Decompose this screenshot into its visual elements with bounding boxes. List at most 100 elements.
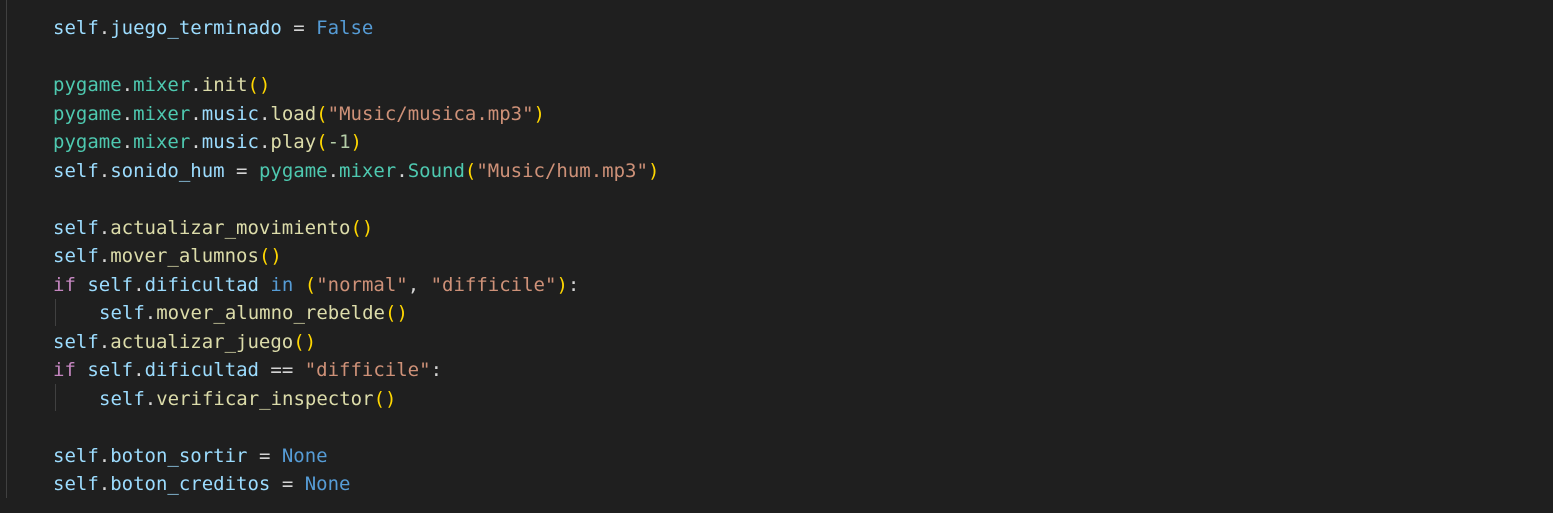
code-token: in: [270, 273, 294, 296]
code-token: ): [533, 102, 545, 125]
code-token: sonido_hum: [110, 159, 225, 182]
code-lines[interactable]: self.juego_terminado = False pygame.mixe…: [53, 14, 659, 499]
code-token: =: [270, 473, 305, 495]
code-line[interactable]: self.boton_sortir = None: [53, 442, 659, 471]
code-token: .: [121, 74, 134, 96]
code-token: self: [53, 159, 99, 182]
code-token: .: [98, 245, 111, 267]
code-token: self: [99, 302, 145, 324]
code-token: self: [99, 387, 145, 410]
code-token: .: [258, 131, 271, 153]
code-token: .: [190, 131, 202, 153]
code-token: self: [53, 245, 99, 267]
code-line[interactable]: pygame.mixer.music.play(-1): [53, 128, 659, 157]
code-token: self: [53, 444, 99, 467]
code-line[interactable]: self.sonido_hum = pygame.mixer.Sound("Mu…: [53, 157, 659, 186]
code-line[interactable]: self.actualizar_movimiento(): [53, 214, 659, 243]
code-line[interactable]: self.mover_alumnos(): [53, 242, 659, 271]
code-token: (): [293, 330, 317, 353]
code-token: self: [87, 359, 134, 381]
code-token: load: [270, 102, 317, 125]
code-token: "difficile": [430, 273, 557, 296]
code-token: .: [144, 387, 157, 410]
code-line[interactable]: self.mover_alumno_rebelde(): [53, 299, 659, 328]
code-line[interactable]: [53, 413, 659, 442]
code-token: (: [304, 273, 317, 296]
code-token: "difficile": [304, 359, 431, 381]
code-line[interactable]: self.boton_creditos = None: [53, 470, 659, 499]
code-token: pygame: [53, 131, 122, 153]
code-token: self: [53, 473, 99, 495]
code-token: :: [430, 359, 443, 381]
code-token: ): [350, 131, 362, 153]
code-line[interactable]: self.juego_terminado = False: [53, 14, 659, 43]
code-token: pygame: [258, 159, 328, 182]
code-token: .: [258, 102, 271, 125]
code-token: "normal": [316, 273, 408, 296]
code-token: (): [247, 74, 271, 96]
code-token: if: [53, 273, 76, 296]
code-line[interactable]: [53, 43, 659, 72]
code-token: self: [87, 273, 134, 296]
code-token: :: [567, 273, 580, 296]
code-token: Sound: [407, 159, 465, 182]
code-token: False: [316, 17, 374, 39]
code-token: music: [201, 131, 259, 153]
code-token: ): [647, 159, 660, 182]
code-token: (): [373, 387, 397, 410]
code-token: "Music/musica.mp3": [327, 102, 534, 125]
code-line[interactable]: if self.dificultad in ("normal", "diffic…: [53, 271, 659, 300]
code-token: juego_terminado: [110, 17, 282, 39]
code-token: if: [53, 359, 76, 381]
code-token: ==: [258, 359, 305, 381]
code-token: .: [98, 473, 111, 495]
code-token: =: [247, 444, 282, 467]
code-token: actualizar_movimiento: [110, 216, 351, 239]
code-token: .: [133, 359, 145, 381]
code-token: mixer: [133, 74, 191, 96]
code-token: .: [98, 216, 111, 239]
code-line[interactable]: self.verificar_inspector(): [53, 385, 659, 414]
code-token: .: [121, 102, 134, 125]
code-token: pygame: [53, 102, 122, 125]
code-token: pygame: [53, 74, 122, 96]
code-token: .: [121, 131, 134, 153]
code-token: boton_creditos: [110, 473, 271, 495]
code-token: .: [396, 159, 408, 182]
code-token: .: [98, 444, 111, 467]
code-editor[interactable]: self.juego_terminado = False pygame.mixe…: [0, 0, 1553, 513]
code-token: (): [258, 245, 282, 267]
code-token: ): [556, 273, 568, 296]
code-line[interactable]: pygame.mixer.music.load("Music/musica.mp…: [53, 100, 659, 129]
code-token: verificar_inspector: [156, 387, 374, 410]
code-token: .: [144, 302, 157, 324]
code-token: .: [327, 159, 340, 182]
code-line[interactable]: pygame.mixer.init(): [53, 71, 659, 100]
code-token: .: [133, 273, 145, 296]
code-token: .: [98, 159, 111, 182]
code-token: play: [270, 131, 317, 153]
code-token: ,: [407, 273, 431, 296]
code-token: mixer: [339, 159, 397, 182]
code-token: dificultad: [144, 273, 259, 296]
code-token: None: [281, 444, 328, 467]
code-token: self: [53, 216, 99, 239]
code-token: self: [53, 17, 99, 39]
code-token: "Music/hum.mp3": [476, 159, 648, 182]
code-token: (): [385, 302, 408, 324]
code-line[interactable]: if self.dificultad == "difficile":: [53, 356, 659, 385]
code-token: mover_alumnos: [110, 245, 259, 267]
code-token: .: [98, 330, 111, 353]
code-token: .: [190, 74, 202, 96]
code-token: dificultad: [144, 359, 259, 381]
code-token: (: [316, 131, 328, 153]
code-token: =: [281, 17, 317, 39]
code-line[interactable]: self.actualizar_juego(): [53, 328, 659, 357]
code-token: (: [316, 102, 328, 125]
code-line[interactable]: [53, 185, 659, 214]
code-token: =: [224, 159, 259, 182]
